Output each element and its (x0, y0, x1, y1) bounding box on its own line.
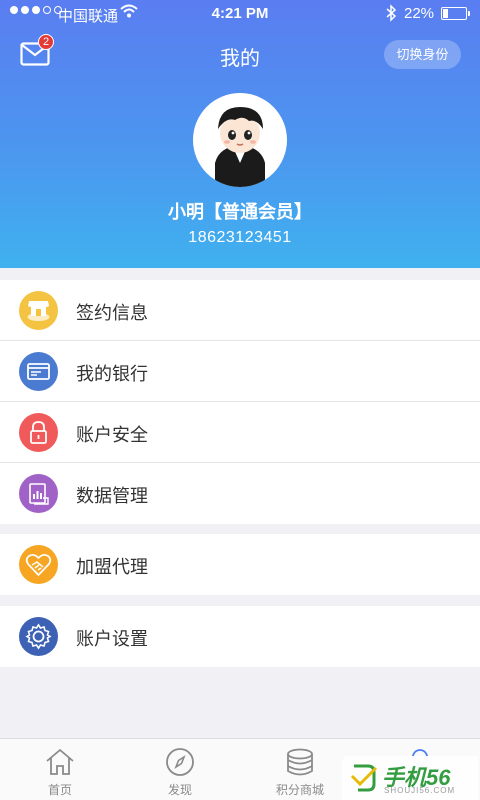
battery-icon (441, 7, 470, 20)
menu-label: 账户设置 (76, 629, 148, 649)
data-report-icon (19, 474, 58, 513)
user-name: 小明【普通会员】 (168, 202, 312, 222)
lock-icon (19, 413, 58, 452)
watermark-subtext: SHOUJI56.COM (384, 786, 456, 795)
menu-label: 我的银行 (76, 364, 148, 384)
menu-label: 加盟代理 (76, 557, 148, 577)
switch-identity-button[interactable]: 切换身份 (384, 40, 461, 69)
battery-percent: 22% (404, 5, 435, 22)
menu-group-account: 签约信息 我的银行 账户安全 数据管理 (0, 280, 480, 524)
storefront-icon (19, 291, 58, 330)
menu-item-franchise-agent[interactable]: 加盟代理 (0, 534, 480, 595)
bank-card-icon (19, 352, 58, 391)
tab-home[interactable]: 首页 (0, 739, 120, 800)
menu-item-data-management[interactable]: 数据管理 (0, 463, 480, 524)
bluetooth-icon (386, 4, 397, 22)
tab-label: 发现 (167, 783, 192, 797)
coins-icon (287, 748, 313, 776)
menu-item-contract-info[interactable]: 签约信息 (0, 280, 480, 341)
watermark: 手机56 SHOUJI56.COM (342, 756, 478, 800)
handshake-heart-icon (19, 545, 58, 584)
menu-label: 数据管理 (76, 486, 148, 506)
gear-icon (19, 617, 58, 656)
watermark-logo-icon (350, 764, 378, 792)
menu-item-account-security[interactable]: 账户安全 (0, 402, 480, 463)
home-icon (46, 748, 74, 775)
tab-discover[interactable]: 发现 (120, 739, 240, 800)
menu-item-account-settings[interactable]: 账户设置 (0, 606, 480, 667)
menu-group-settings: 账户设置 (0, 606, 480, 667)
compass-icon (166, 748, 194, 776)
menu-label: 签约信息 (76, 303, 148, 323)
user-phone: 18623123451 (188, 229, 292, 246)
avatar[interactable] (193, 93, 287, 187)
status-bar: 中国联通 4:21 PM 22% (0, 0, 480, 28)
menu-item-my-bank[interactable]: 我的银行 (0, 341, 480, 402)
menu-group-agency: 加盟代理 (0, 534, 480, 595)
menu-label: 账户安全 (76, 425, 148, 445)
profile-header: 中国联通 4:21 PM 22% 2 我的 切换身份 小明【普通会员】 1862… (0, 0, 480, 268)
avatar-cartoon-icon (215, 107, 265, 187)
tab-label: 首页 (47, 783, 72, 797)
